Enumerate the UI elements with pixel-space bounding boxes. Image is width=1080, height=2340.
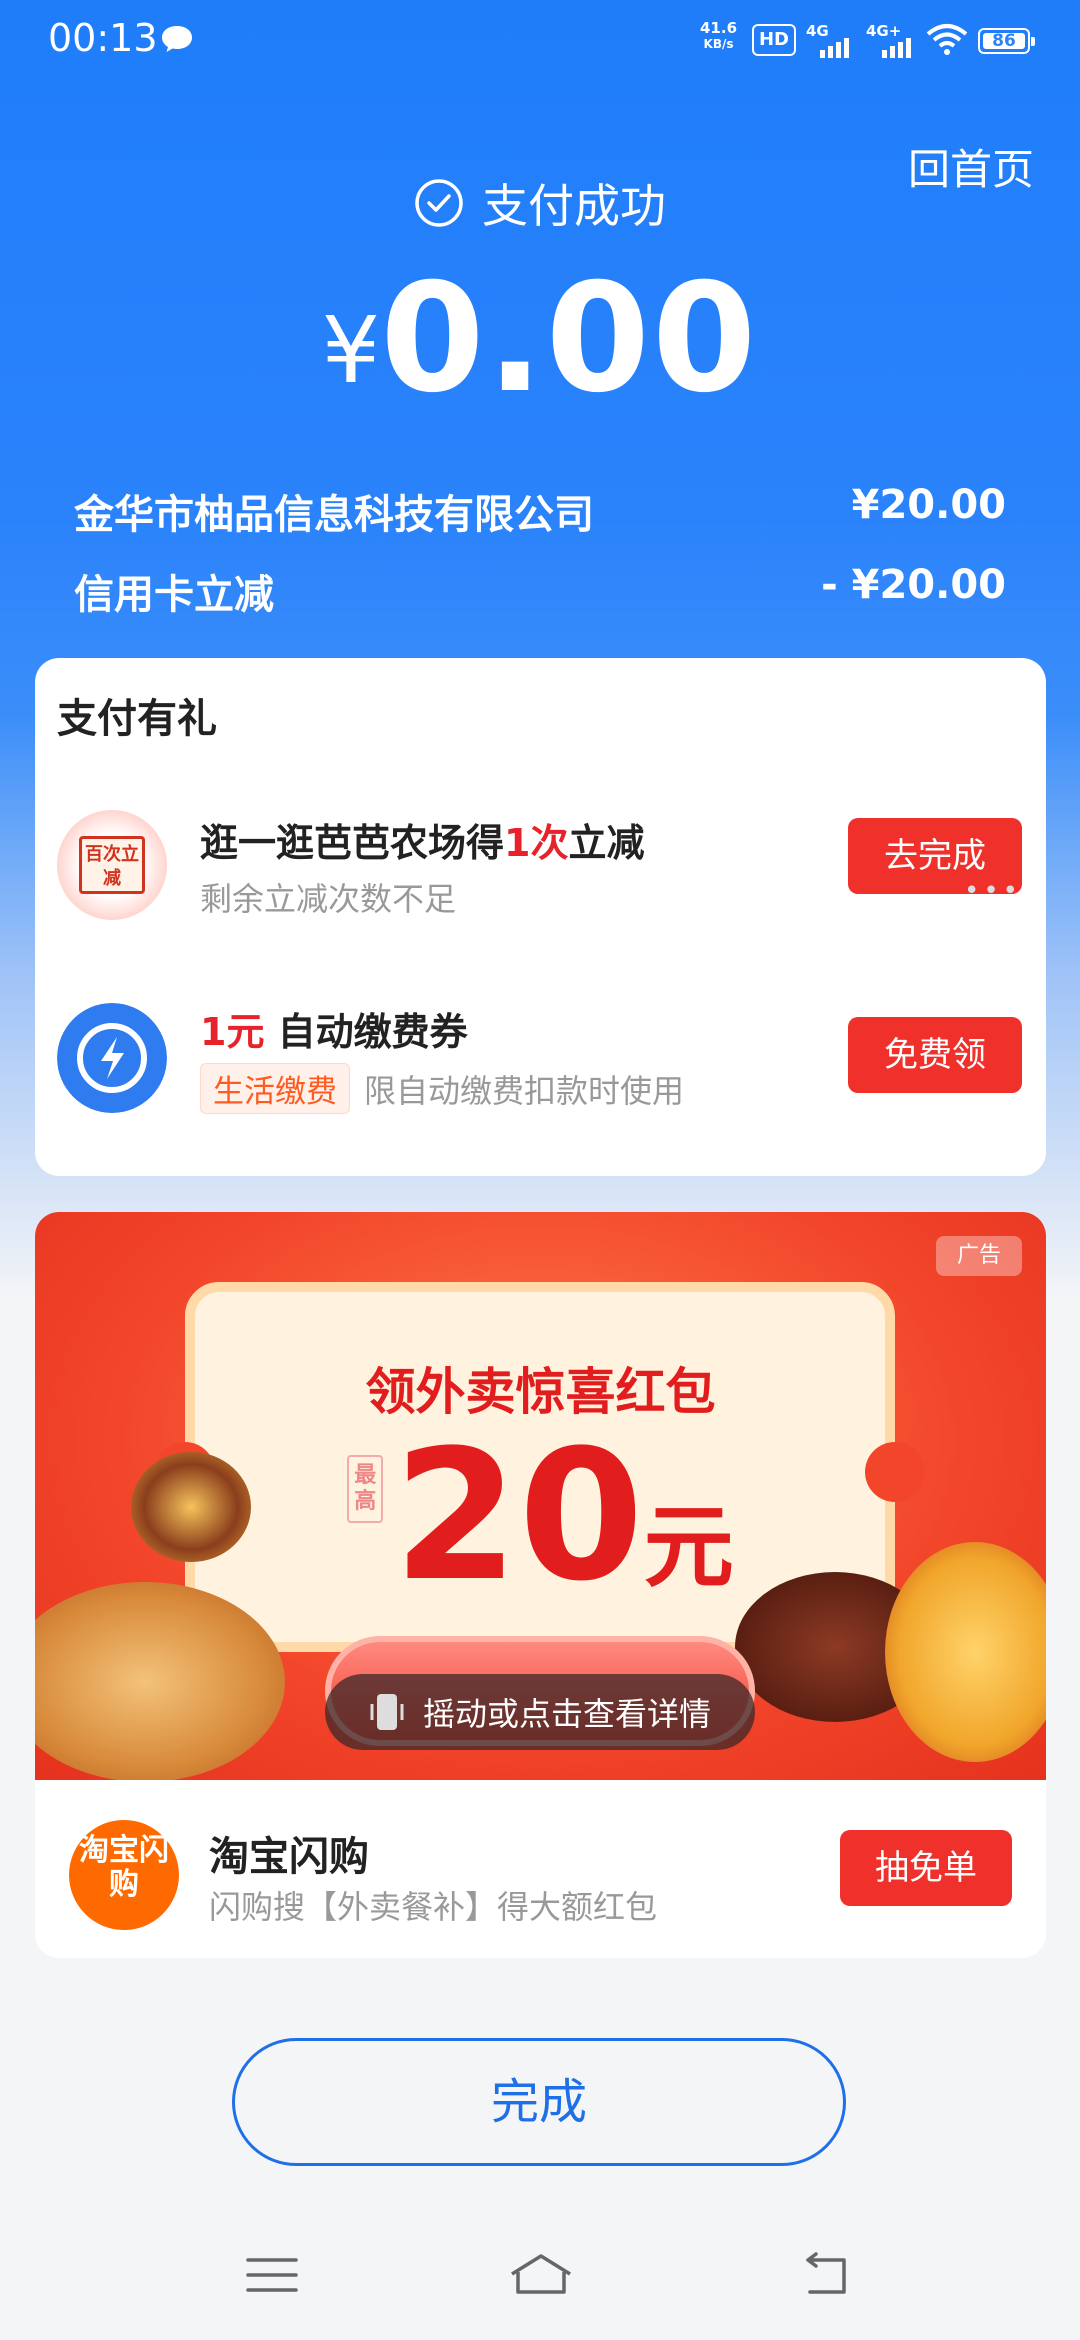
clock: 00:13 (48, 16, 158, 60)
ad-amount: 最高20元 (35, 1422, 1046, 1612)
task-baba-farm: 百次立减 逛一逛芭芭农场得1次立减 剩余立减次数不足 去完成 (35, 788, 1046, 938)
home-icon[interactable] (506, 2250, 576, 2300)
hd-voice-icon: HD (752, 24, 796, 56)
shop-description: 闪购搜【外卖餐补】得大额红包 (209, 1888, 658, 1926)
success-text: 支付成功 (482, 179, 666, 233)
currency-symbol: ¥ (321, 297, 381, 404)
merchant-row: 金华市柚品信息科技有限公司 ¥20.00 (74, 482, 1006, 540)
wifi-icon (926, 24, 968, 55)
network-speed: 41.6 KB/s (700, 19, 738, 51)
gift-card-title: 支付有礼 (57, 696, 217, 742)
life-payment-tag: 生活缴费 (200, 1063, 350, 1114)
order-amount: ¥20.00 (851, 482, 1006, 528)
ad-card[interactable]: 广告 领外卖惊喜红包 最高20元 摇动或点击查看详情 淘宝闪购 淘宝闪购 闪购搜… (35, 1212, 1046, 1958)
paid-amount: ¥0.00 (0, 252, 1080, 426)
coupon-subtitle: 生活缴费 限自动缴费扣款时使用 (200, 1063, 684, 1114)
shop-name: 淘宝闪购 (209, 1834, 369, 1880)
ad-shop-row[interactable]: 淘宝闪购 淘宝闪购 闪购搜【外卖餐补】得大额红包 抽免单 (35, 1780, 1046, 1955)
signal-4g-icon: 4G (806, 22, 858, 58)
task-subtitle: 剩余立减次数不足 (200, 880, 457, 918)
lightning-icon (57, 1003, 167, 1113)
ad-label[interactable]: 广告 (936, 1236, 1022, 1276)
task-title: 逛一逛芭芭农场得1次立减 (200, 821, 645, 865)
menu-icon[interactable] (242, 2250, 302, 2300)
discount-label: 信用卡立减 (74, 572, 274, 618)
taobao-shangou-logo: 淘宝闪购 (69, 1820, 179, 1930)
merchant-name: 金华市柚品信息科技有限公司 (74, 492, 594, 538)
claim-free-button[interactable]: 免费领 (848, 1017, 1022, 1093)
status-bar: 00:13 41.6 KB/s HD 4G 4G+ 86 (0, 0, 1080, 84)
done-button[interactable]: 完成 (232, 2038, 846, 2166)
task-autopay-coupon: 1元 自动缴费券 生活缴费 限自动缴费扣款时使用 免费领 (35, 993, 1046, 1143)
discount-amount: - ¥20.00 (821, 562, 1006, 608)
discount-row: 信用卡立减 - ¥20.00 (74, 562, 1006, 620)
system-nav-bar (0, 2220, 1080, 2340)
chat-bubble-icon (162, 26, 192, 52)
coupon-title: 1元 自动缴费券 (200, 1010, 468, 1054)
battery-icon: 86 (978, 28, 1035, 54)
back-icon[interactable] (794, 2250, 854, 2300)
shake-hint[interactable]: 摇动或点击查看详情 (325, 1674, 755, 1750)
amount-value: 0.00 (380, 252, 759, 426)
ad-banner[interactable]: 广告 领外卖惊喜红包 最高20元 摇动或点击查看详情 (35, 1212, 1046, 1780)
check-circle-icon (415, 179, 463, 227)
payment-success-title: 支付成功 (0, 170, 1080, 236)
payment-gift-card: 支付有礼 百次立减 逛一逛芭芭农场得1次立减 剩余立减次数不足 去完成 ••• … (35, 658, 1046, 1176)
signal-4gplus-icon: 4G+ (866, 22, 922, 58)
lucky-draw-button[interactable]: 抽免单 (840, 1830, 1012, 1906)
shake-phone-icon (370, 1694, 404, 1730)
more-dots-icon: ••• (963, 876, 1022, 906)
coupon-badge-icon: 百次立减 (57, 810, 167, 920)
